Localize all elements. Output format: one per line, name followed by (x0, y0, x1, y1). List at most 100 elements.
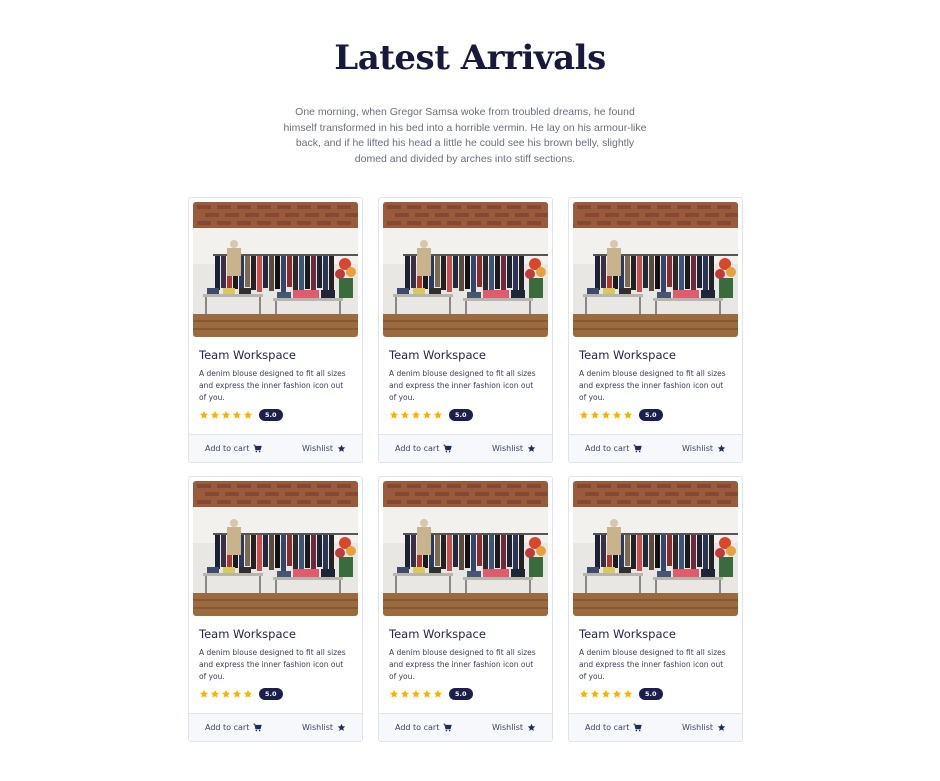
star-icon (389, 410, 399, 420)
star-icon (337, 723, 346, 732)
add-to-cart-button[interactable]: Add to cart (395, 723, 453, 732)
product-title[interactable]: Team Workspace (389, 627, 542, 641)
product-title[interactable]: Team Workspace (389, 348, 542, 362)
product-card: Team Workspace A denim blouse designed t… (568, 197, 743, 463)
rating-stars (579, 689, 633, 699)
product-rating: 5.0 (199, 688, 352, 700)
rating-badge: 5.0 (259, 688, 283, 700)
section-title: Latest Arrivals (334, 38, 606, 78)
star-icon (199, 689, 209, 699)
product-title[interactable]: Team Workspace (199, 627, 352, 641)
cart-icon (443, 723, 453, 732)
product-image[interactable] (383, 481, 548, 616)
product-rating: 5.0 (389, 409, 542, 421)
product-image[interactable] (383, 202, 548, 337)
star-icon (717, 444, 726, 453)
product-title[interactable]: Team Workspace (579, 627, 732, 641)
rating-stars (579, 410, 633, 420)
cart-icon (443, 444, 453, 453)
product-card: Team Workspace A denim blouse designed t… (188, 197, 363, 463)
add-to-cart-label: Add to cart (395, 444, 440, 453)
rating-stars (389, 689, 443, 699)
add-to-cart-label: Add to cart (585, 444, 630, 453)
star-icon (199, 410, 209, 420)
rating-badge: 5.0 (639, 409, 663, 421)
card-footer: Add to cart Wishlist (189, 713, 362, 741)
product-image[interactable] (573, 481, 738, 616)
section-description: One morning, when Gregor Samsa woke from… (283, 106, 647, 165)
product-description: A denim blouse designed to fit all sizes… (389, 648, 536, 681)
star-icon (389, 689, 399, 699)
star-icon (221, 689, 231, 699)
add-to-cart-label: Add to cart (205, 444, 250, 453)
product-rating: 5.0 (389, 688, 542, 700)
product-description: A denim blouse designed to fit all sizes… (199, 648, 346, 681)
rating-badge: 5.0 (259, 409, 283, 421)
star-icon (221, 410, 231, 420)
product-image[interactable] (193, 481, 358, 616)
card-footer: Add to cart Wishlist (379, 713, 552, 741)
star-icon (232, 410, 242, 420)
add-to-cart-label: Add to cart (205, 723, 250, 732)
star-icon (590, 689, 600, 699)
card-footer: Add to cart Wishlist (569, 434, 742, 462)
wishlist-label: Wishlist (302, 723, 333, 732)
star-icon (623, 410, 633, 420)
add-to-cart-button[interactable]: Add to cart (205, 444, 263, 453)
star-icon (243, 410, 253, 420)
wishlist-label: Wishlist (682, 723, 713, 732)
wishlist-button[interactable]: Wishlist (302, 444, 346, 453)
star-icon (232, 689, 242, 699)
card-footer: Add to cart Wishlist (379, 434, 552, 462)
product-card: Team Workspace A denim blouse designed t… (568, 476, 743, 742)
product-description: A denim blouse designed to fit all sizes… (199, 369, 346, 402)
wishlist-button[interactable]: Wishlist (492, 723, 536, 732)
product-description: A denim blouse designed to fit all sizes… (579, 369, 726, 402)
star-icon (422, 689, 432, 699)
product-rating: 5.0 (579, 688, 732, 700)
wishlist-label: Wishlist (302, 444, 333, 453)
card-footer: Add to cart Wishlist (189, 434, 362, 462)
product-image[interactable] (573, 202, 738, 337)
wishlist-button[interactable]: Wishlist (682, 723, 726, 732)
cart-icon (633, 723, 643, 732)
star-icon (590, 410, 600, 420)
star-icon (527, 723, 536, 732)
star-icon (243, 689, 253, 699)
add-to-cart-label: Add to cart (395, 723, 440, 732)
star-icon (400, 689, 410, 699)
wishlist-button[interactable]: Wishlist (492, 444, 536, 453)
rating-badge: 5.0 (449, 409, 473, 421)
rating-stars (199, 410, 253, 420)
star-icon (612, 410, 622, 420)
add-to-cart-label: Add to cart (585, 723, 630, 732)
add-to-cart-button[interactable]: Add to cart (395, 444, 453, 453)
star-icon (717, 723, 726, 732)
product-description: A denim blouse designed to fit all sizes… (389, 369, 536, 402)
product-card: Team Workspace A denim blouse designed t… (378, 197, 553, 463)
star-icon (210, 410, 220, 420)
product-title[interactable]: Team Workspace (579, 348, 732, 362)
add-to-cart-button[interactable]: Add to cart (585, 444, 643, 453)
wishlist-label: Wishlist (682, 444, 713, 453)
star-icon (579, 410, 589, 420)
card-footer: Add to cart Wishlist (569, 713, 742, 741)
star-icon (579, 689, 589, 699)
star-icon (433, 689, 443, 699)
star-icon (422, 410, 432, 420)
star-icon (433, 410, 443, 420)
wishlist-button[interactable]: Wishlist (302, 723, 346, 732)
product-title[interactable]: Team Workspace (199, 348, 352, 362)
add-to-cart-button[interactable]: Add to cart (585, 723, 643, 732)
star-icon (337, 444, 346, 453)
product-image[interactable] (193, 202, 358, 337)
star-icon (210, 689, 220, 699)
product-card: Team Workspace A denim blouse designed t… (188, 476, 363, 742)
product-card: Team Workspace A denim blouse designed t… (378, 476, 553, 742)
add-to-cart-button[interactable]: Add to cart (205, 723, 263, 732)
wishlist-label: Wishlist (492, 723, 523, 732)
cart-icon (633, 444, 643, 453)
rating-badge: 5.0 (449, 688, 473, 700)
cart-icon (253, 723, 263, 732)
wishlist-button[interactable]: Wishlist (682, 444, 726, 453)
